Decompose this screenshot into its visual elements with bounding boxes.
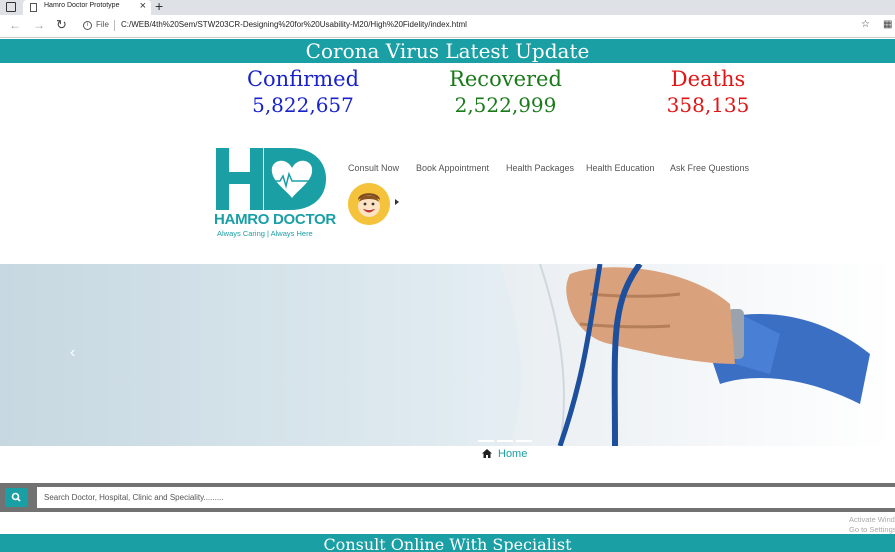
carousel-prev-icon[interactable]: ‹ [70, 344, 75, 362]
tab-actions-icon[interactable] [6, 2, 16, 12]
url-field[interactable]: C:/WEB/4th%20Sem/STW203CR-Designing%20fo… [121, 20, 467, 29]
back-icon[interactable]: ← [9, 18, 21, 32]
search-icon [11, 492, 21, 502]
logo-name: HAMRO DOCTOR [214, 211, 336, 228]
favorites-icon[interactable]: ☆ [861, 19, 870, 30]
browser-tab-bar: Hamro Doctor Prototype × + [0, 0, 895, 15]
page-icon [30, 3, 37, 12]
doctor-image [500, 264, 895, 446]
user-avatar[interactable] [348, 183, 390, 225]
hd-heart-logo-icon [216, 148, 326, 210]
search-bar [0, 483, 895, 512]
carousel-indicator[interactable] [478, 440, 494, 442]
nav-consult-now[interactable]: Consult Now [348, 163, 399, 173]
smiling-face-icon [348, 183, 390, 225]
file-label: File [96, 20, 109, 29]
search-button[interactable] [5, 488, 28, 507]
tab-title: Hamro Doctor Prototype [44, 2, 120, 9]
divider [114, 20, 115, 31]
stat-label: Deaths [670, 67, 746, 91]
stat-recovered: Recovered 2,522,999 [443, 66, 568, 118]
address-bar: ← → ↻ i File C:/WEB/4th%20Sem/STW203CR-D… [0, 15, 895, 38]
hero-carousel: ‹ [0, 264, 895, 446]
stat-label: Confirmed [246, 67, 360, 91]
collections-icon[interactable]: ▦ [883, 19, 892, 30]
tab-close-icon[interactable]: × [140, 0, 146, 12]
new-tab-button[interactable]: + [155, 0, 163, 14]
nav-health-education[interactable]: Health Education [586, 163, 655, 173]
stat-value: 358,135 [666, 93, 750, 117]
logo-tagline: Always Caring | Always Here [217, 229, 313, 238]
windows-activation-watermark: Activate Windows Go to Settings [849, 515, 895, 535]
corona-update-banner: Corona Virus Latest Update [0, 39, 895, 63]
home-icon [482, 449, 492, 458]
info-icon[interactable]: i [83, 21, 92, 30]
stat-label: Recovered [449, 67, 562, 91]
hamro-doctor-logo[interactable]: HAMRO DOCTOR Always Caring | Always Here [214, 148, 336, 240]
stat-value: 2,522,999 [454, 93, 557, 117]
nav-book-appointment[interactable]: Book Appointment [416, 163, 489, 173]
breadcrumb-home-label: Home [498, 448, 528, 460]
carousel-indicators [478, 429, 535, 446]
reload-icon[interactable]: ↻ [56, 17, 67, 33]
carousel-indicator[interactable] [516, 440, 532, 442]
stat-deaths: Deaths 358,135 [663, 66, 753, 118]
forward-icon[interactable]: → [33, 18, 45, 32]
consult-online-banner: Consult Online With Specialist [0, 534, 895, 552]
breadcrumb-home[interactable]: Home [482, 448, 527, 460]
covid-stats: Confirmed 5,822,657 Recovered 2,522,999 … [0, 66, 895, 126]
watermark-line-1: Activate Windows [849, 515, 895, 524]
stat-confirmed: Confirmed 5,822,657 [243, 66, 363, 118]
avatar-dropdown-caret-icon[interactable] [395, 199, 399, 205]
stat-value: 5,822,657 [252, 93, 354, 117]
nav-health-packages[interactable]: Health Packages [506, 163, 574, 173]
browser-tab[interactable]: Hamro Doctor Prototype × [23, 0, 151, 15]
search-input[interactable] [37, 487, 895, 508]
nav-ask-free-questions[interactable]: Ask Free Questions [670, 163, 749, 173]
carousel-indicator[interactable] [497, 440, 513, 442]
